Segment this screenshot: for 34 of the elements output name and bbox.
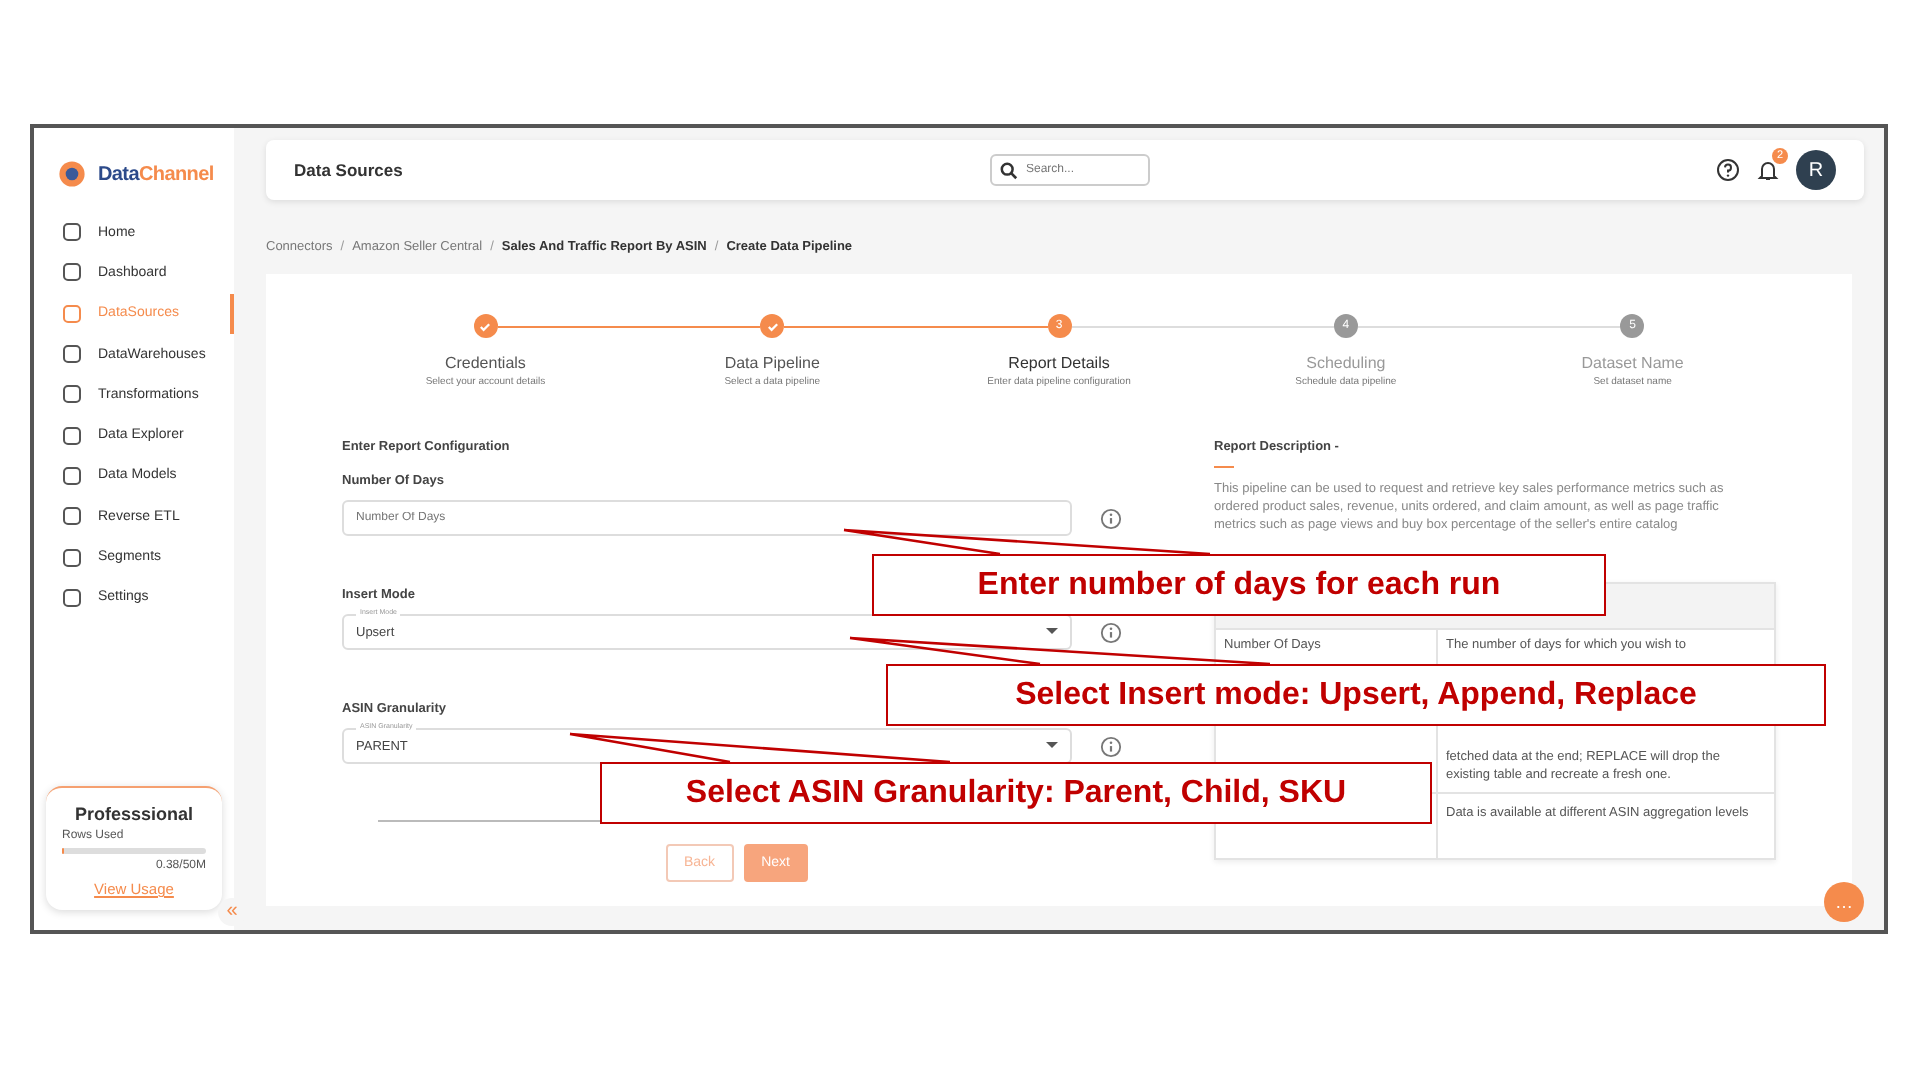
step-label: Data Pipeline [724,354,820,372]
brand-name: DataChannel [98,163,214,185]
nav-icon [62,506,82,527]
info-icon[interactable] [1100,507,1122,529]
info-icon[interactable] [1100,621,1122,643]
nav-icon [62,587,82,608]
avatar[interactable]: R [1796,150,1836,190]
step-label: Credentials [444,354,526,372]
nav-icon [62,465,82,486]
bell-icon[interactable] [1756,158,1780,182]
help-icon[interactable] [1716,158,1740,182]
step-label: Dataset Name [1581,354,1684,372]
nav-icon [62,344,82,365]
caret-icon [1046,742,1058,750]
step-label: Report Details [1008,354,1110,372]
info-icon[interactable] [1100,735,1122,757]
nav-icon [62,262,82,283]
step-label: Scheduling [1306,354,1386,372]
check-icon [478,319,493,333]
callout-tooltip: Enter number of days for each run [872,554,1606,616]
logo-icon [54,156,90,192]
plan-name: Professsional [72,804,196,824]
nav-icon [62,222,82,243]
page-title: Data Sources [294,160,405,180]
nav-icon [62,425,82,446]
usage-bar [62,848,206,854]
callout-tooltip: Select Insert mode: Upsert, Append, Replace [886,664,1826,726]
nav-icon [62,384,82,405]
nav-icon [62,547,82,568]
check-icon [765,319,780,333]
search-icon [1000,161,1018,179]
nav-icon [62,303,82,324]
caret-icon [1046,628,1058,636]
callout-tooltip: Select ASIN Granularity: Parent, Child, SKU [600,762,1432,824]
